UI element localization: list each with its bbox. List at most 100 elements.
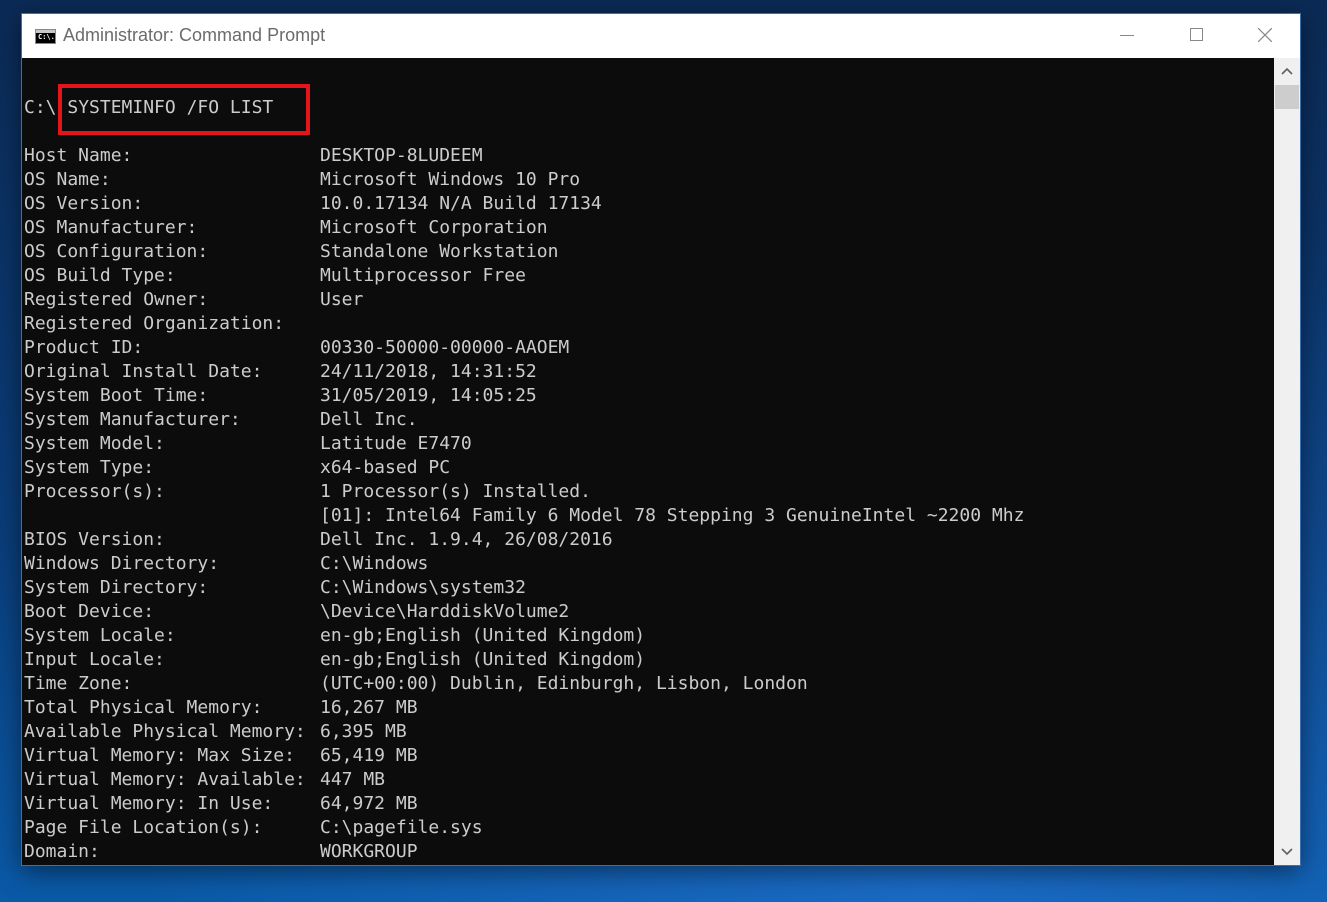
- output-value: 6,395 MB: [320, 721, 407, 742]
- output-value: C:\pagefile.sys: [320, 817, 483, 838]
- systeminfo-output-list: Host Name: DESKTOP-8LUDEEM OS Name: Microso…: [24, 144, 1264, 864]
- output-key: System Manufacturer:: [24, 409, 241, 430]
- chevron-up-icon: [1281, 67, 1293, 75]
- output-row: System Type: x64-based PC: [24, 456, 1264, 480]
- console-output-area[interactable]: C:\ SYSTEMINFO /FO LIST Host Name: DESKTO…: [22, 58, 1274, 865]
- output-key: OS Name:: [24, 169, 111, 190]
- output-key: Page File Location(s):: [24, 817, 263, 838]
- output-key: OS Build Type:: [24, 265, 176, 286]
- output-value: Microsoft Corporation: [320, 217, 548, 238]
- output-row: [01]: Intel64 Family 6 Model 78 Stepping…: [24, 504, 1264, 528]
- output-value: \Device\HarddiskVolume2: [320, 601, 570, 622]
- output-row: Boot Device: \Device\HarddiskVolume2: [24, 600, 1264, 624]
- output-key: Domain:: [24, 841, 100, 862]
- command-prompt-icon[interactable]: C:\.: [35, 29, 56, 44]
- output-row: Host Name: DESKTOP-8LUDEEM: [24, 144, 1264, 168]
- window-title: Administrator: Command Prompt: [63, 25, 326, 45]
- prompt-path: C:\: [24, 97, 57, 118]
- scroll-down-button[interactable]: [1274, 839, 1300, 865]
- output-value: 10.0.17134 N/A Build 17134: [320, 193, 602, 214]
- output-value: 24/11/2018, 14:31:52: [320, 361, 537, 382]
- output-value: User: [320, 289, 364, 310]
- output-row: Registered Organization:: [24, 312, 1264, 336]
- output-value: C:\Windows: [320, 553, 429, 574]
- output-value: 16,267 MB: [320, 697, 418, 718]
- output-row: OS Configuration: Standalone Workstation: [24, 240, 1264, 264]
- output-value: 447 MB: [320, 769, 386, 790]
- chevron-down-icon: [1281, 848, 1293, 856]
- output-key: Original Install Date:: [24, 361, 263, 382]
- output-key: Windows Directory:: [24, 553, 220, 574]
- output-row: Domain: WORKGROUP: [24, 840, 1264, 864]
- output-value: en-gb;English (United Kingdom): [320, 625, 646, 646]
- output-row: BIOS Version: Dell Inc. 1.9.4, 26/08/2016: [24, 528, 1264, 552]
- command-prompt-window: C:\. Administrator: Command Prompt C:\ S…: [22, 14, 1300, 865]
- output-row: Windows Directory: C:\Windows: [24, 552, 1264, 576]
- output-row: System Model: Latitude E7470: [24, 432, 1264, 456]
- output-key: Total Physical Memory:: [24, 697, 263, 718]
- output-key: OS Version:: [24, 193, 144, 214]
- output-key: Available Physical Memory:: [24, 721, 306, 742]
- output-value: [01]: Intel64 Family 6 Model 78 Stepping…: [320, 505, 1025, 526]
- output-row: System Boot Time: 31/05/2019, 14:05:25: [24, 384, 1264, 408]
- output-row: Virtual Memory: Max Size: 65,419 MB: [24, 744, 1264, 768]
- output-row: OS Name: Microsoft Windows 10 Pro: [24, 168, 1264, 192]
- output-key: System Type:: [24, 457, 155, 478]
- output-row: OS Build Type: Multiprocessor Free: [24, 264, 1264, 288]
- output-key: Virtual Memory: In Use:: [24, 793, 274, 814]
- output-value: C:\Windows\system32: [320, 577, 526, 598]
- output-value: DESKTOP-8LUDEEM: [320, 145, 483, 166]
- output-value: 64,972 MB: [320, 793, 418, 814]
- output-value: (UTC+00:00) Dublin, Edinburgh, Lisbon, L…: [320, 673, 808, 694]
- output-value: Dell Inc. 1.9.4, 26/08/2016: [320, 529, 613, 550]
- output-row: System Manufacturer: Dell Inc.: [24, 408, 1264, 432]
- scrollbar-thumb[interactable]: [1275, 85, 1299, 109]
- output-row: System Locale: en-gb;English (United King…: [24, 624, 1264, 648]
- output-row: Virtual Memory: Available: 447 MB: [24, 768, 1264, 792]
- output-row: Time Zone: (UTC+00:00) Dublin, Edinburgh,…: [24, 672, 1264, 696]
- output-key: Registered Owner:: [24, 289, 209, 310]
- title-bar[interactable]: C:\. Administrator: Command Prompt: [22, 14, 1300, 58]
- output-row: System Directory: C:\Windows\system32: [24, 576, 1264, 600]
- output-key: BIOS Version:: [24, 529, 165, 550]
- output-value: Standalone Workstation: [320, 241, 559, 262]
- output-key: Virtual Memory: Available:: [24, 769, 306, 790]
- output-key: OS Configuration:: [24, 241, 209, 262]
- output-row: Available Physical Memory: 6,395 MB: [24, 720, 1264, 744]
- output-row: Page File Location(s): C:\pagefile.sys: [24, 816, 1264, 840]
- output-key: System Model:: [24, 433, 165, 454]
- close-icon: [1258, 28, 1272, 42]
- output-key: Host Name:: [24, 145, 133, 166]
- output-key: Processor(s):: [24, 481, 165, 502]
- output-value: en-gb;English (United Kingdom): [320, 649, 646, 670]
- minimize-button[interactable]: [1092, 14, 1162, 58]
- output-value: 1 Processor(s) Installed.: [320, 481, 591, 502]
- command-highlight-box: [58, 84, 310, 135]
- output-row: Original Install Date: 24/11/2018, 14:31:…: [24, 360, 1264, 384]
- maximize-button[interactable]: [1162, 14, 1232, 58]
- output-row: Registered Owner: User: [24, 288, 1264, 312]
- output-key: System Locale:: [24, 625, 176, 646]
- output-row: Total Physical Memory: 16,267 MB: [24, 696, 1264, 720]
- output-key: Time Zone:: [24, 673, 133, 694]
- vertical-scrollbar[interactable]: [1274, 58, 1300, 865]
- minimize-icon: [1120, 35, 1134, 36]
- output-value: Multiprocessor Free: [320, 265, 526, 286]
- output-key: System Directory:: [24, 577, 209, 598]
- output-value: WORKGROUP: [320, 841, 418, 862]
- output-row: Product ID: 00330-50000-00000-AAOEM: [24, 336, 1264, 360]
- output-key: Boot Device:: [24, 601, 155, 622]
- maximize-icon: [1190, 28, 1203, 41]
- close-button[interactable]: [1230, 14, 1300, 58]
- output-value: 65,419 MB: [320, 745, 418, 766]
- output-row: Virtual Memory: In Use: 64,972 MB: [24, 792, 1264, 816]
- output-value: Dell Inc.: [320, 409, 418, 430]
- output-value: 31/05/2019, 14:05:25: [320, 385, 537, 406]
- output-value: Latitude E7470: [320, 433, 472, 454]
- output-key: OS Manufacturer:: [24, 217, 198, 238]
- output-row: Processor(s): 1 Processor(s) Installed.: [24, 480, 1264, 504]
- scroll-up-button[interactable]: [1274, 58, 1300, 84]
- output-value: x64-based PC: [320, 457, 451, 478]
- output-key: Input Locale:: [24, 649, 165, 670]
- output-key: Virtual Memory: Max Size:: [24, 745, 295, 766]
